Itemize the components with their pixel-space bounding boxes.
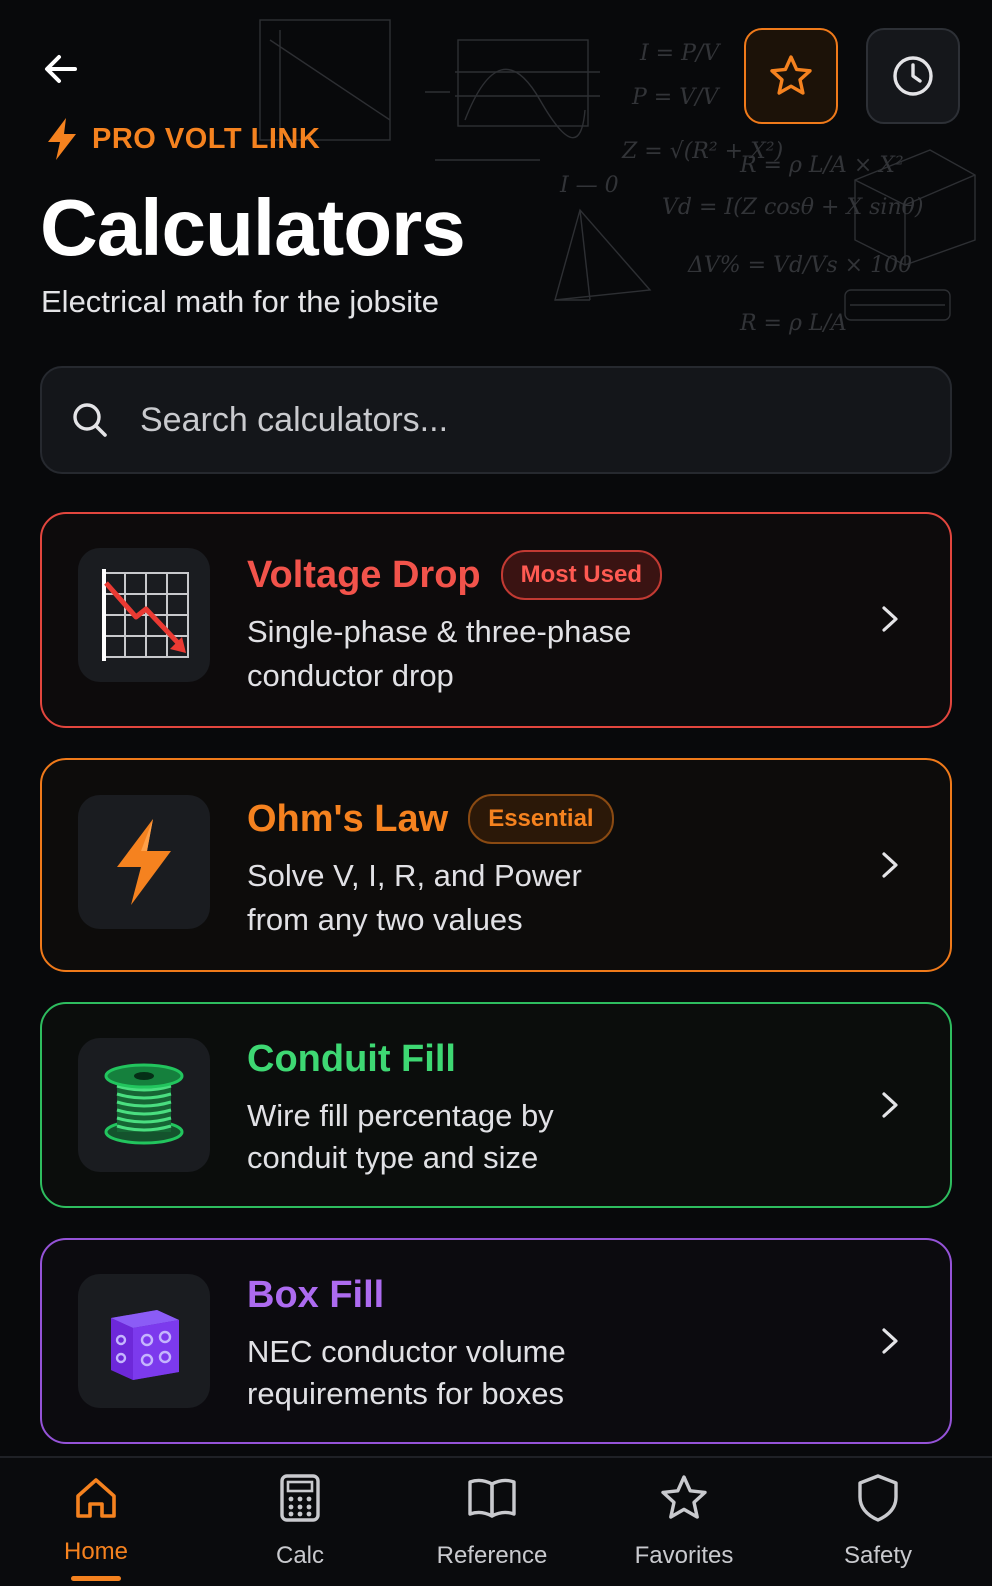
ohms-law-thumbnail (78, 795, 210, 929)
svg-text:Vd = I(Z cosθ + X sinθ): Vd = I(Z cosθ + X sinθ) (662, 195, 923, 220)
tab-label: Favorites (634, 1542, 734, 1569)
svg-text:I = P/V: I = P/V (639, 41, 721, 66)
arrow-left-icon (45, 55, 77, 83)
most-used-badge: Most Used (500, 550, 662, 600)
chevron-right-icon (882, 1328, 898, 1354)
essential-badge: Essential (468, 794, 614, 844)
voltage-drop-graph-icon (102, 569, 189, 661)
clock-icon (893, 56, 933, 96)
star-icon (661, 1475, 707, 1519)
search-input[interactable] (140, 400, 950, 440)
tab-favorites[interactable]: Favorites (594, 1458, 774, 1586)
search-bar (40, 366, 952, 474)
voltage-drop-card[interactable]: Voltage Drop Most Used Single-phase & th… (40, 512, 952, 728)
conduit-fill-info: Conduit Fill Wire fill percentage by con… (247, 1038, 860, 1179)
tab-label: Reference (436, 1542, 548, 1569)
tab-label: Home (63, 1538, 129, 1565)
tab-calc[interactable]: Calc (210, 1458, 390, 1586)
page-subtitle: Electrical math for the jobsite (41, 284, 440, 319)
chevron-right-icon (882, 1092, 898, 1118)
brand: PRO VOLT LINK (44, 116, 320, 162)
svg-text:R = ρ L/A × X²: R = ρ L/A × X² (739, 153, 904, 178)
lightning-bolt-icon (48, 118, 76, 160)
svg-text:I — 0: I — 0 (559, 173, 619, 198)
wire-spool-icon (104, 1063, 184, 1145)
bottom-tab-bar: Home Calc Reference Favorites Safety (0, 1456, 992, 1586)
tab-reference[interactable]: Reference (402, 1458, 582, 1586)
tab-label: Calc (275, 1542, 324, 1569)
voltage-drop-info: Voltage Drop Most Used Single-phase & th… (247, 550, 860, 698)
ohms-law-card[interactable]: Ohm's Law Essential Solve V, I, R, and P… (40, 758, 952, 972)
history-button[interactable] (866, 28, 960, 124)
box-fill-thumbnail (78, 1274, 210, 1408)
shield-icon (858, 1474, 898, 1522)
voltage-drop-thumbnail (78, 548, 210, 682)
calculator-name: Conduit Fill (247, 1038, 456, 1080)
ohms-law-info: Ohm's Law Essential Solve V, I, R, and P… (247, 794, 860, 942)
tab-safety[interactable]: Safety (788, 1458, 968, 1586)
box-fill-info: Box Fill NEC conductor volume requiremen… (247, 1274, 860, 1415)
favorites-button[interactable] (744, 28, 838, 124)
book-icon (468, 1478, 516, 1518)
calculator-icon (280, 1474, 320, 1522)
calculator-description: NEC conductor volume requirements for bo… (247, 1334, 566, 1411)
conduit-fill-thumbnail (78, 1038, 210, 1172)
calculator-name: Voltage Drop (247, 553, 481, 596)
svg-text:Z = √(R² + X²): Z = √(R² + X²) (621, 139, 783, 164)
active-tab-indicator (71, 1576, 121, 1581)
chevron-right-icon (882, 852, 898, 878)
svg-text:ΔV% = Vd/Vs × 100: ΔV% = Vd/Vs × 100 (687, 253, 912, 278)
calculator-name: Ohm's Law (247, 797, 449, 840)
tab-home[interactable]: Home (6, 1458, 186, 1586)
tab-label: Safety (843, 1542, 913, 1569)
svg-text:R = ρ L/A: R = ρ L/A (739, 311, 847, 336)
conduit-fill-card[interactable]: Conduit Fill Wire fill percentage by con… (40, 1002, 952, 1208)
chevron-right-icon (882, 606, 898, 632)
calculator-description: Single-phase & three-phase conductor dro… (247, 614, 632, 693)
lightning-bolt-icon (117, 819, 171, 905)
svg-text:P = V/V: P = V/V (631, 85, 721, 110)
calculator-name: Box Fill (247, 1274, 385, 1316)
home-icon (76, 1478, 116, 1518)
calculator-description: Solve V, I, R, and Power from any two va… (247, 858, 582, 937)
calculators-screen: I = P/V P = V/V Z = √(R² + X²) R = ρ L/A… (0, 0, 992, 1586)
calculator-description: Wire fill percentage by conduit type and… (247, 1098, 554, 1175)
brand-name: PRO VOLT LINK (92, 122, 321, 155)
box-fill-card[interactable]: Box Fill NEC conductor volume requiremen… (40, 1238, 952, 1444)
search-icon (73, 403, 107, 437)
back-button[interactable] (36, 44, 86, 94)
junction-box-icon (111, 1310, 179, 1380)
page-title: Calculators (40, 183, 466, 272)
star-icon (770, 55, 812, 95)
